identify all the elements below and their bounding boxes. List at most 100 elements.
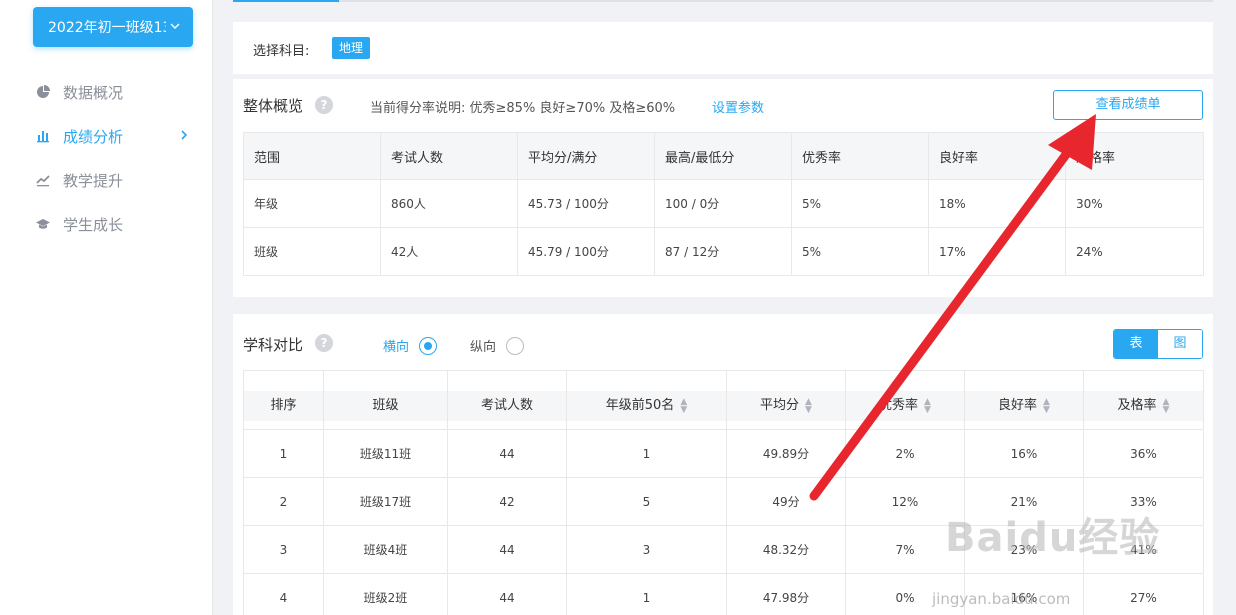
radio-button-unchecked[interactable] [506, 336, 525, 355]
table-row: 班级 42人 45.79 / 100分 87 / 12分 5% 17% 24% [243, 227, 1204, 276]
sidebar-item-teaching-improvement[interactable]: 教学提升 [0, 158, 213, 202]
comparison-table: 排序 班级 考试人数 年级前50名 ▲ ▼ 平均分 ▲ ▼ 优秀率 ▲ ▼ 良好率 ▲ ▼ 及格… [243, 370, 1204, 615]
sort-icon[interactable]: ▲ ▼ [924, 397, 931, 414]
column-header: 最高/最低分 [654, 132, 792, 180]
table-cell: 2 [243, 477, 324, 526]
help-icon[interactable]: ? [315, 96, 333, 114]
table-cell: 班级2班 [323, 573, 448, 615]
subject-selector-card: 选择科目: 地理 [233, 22, 1213, 74]
table-row: 年级 860人 45.73 / 100分 100 / 0分 5% 18% 30% [243, 179, 1204, 228]
sort-icon[interactable]: ▲ ▼ [805, 397, 812, 414]
table-cell: 49.89分 [726, 429, 846, 478]
view-transcript-button[interactable]: 查看成绩单 [1053, 90, 1203, 120]
chevron-right-icon [179, 128, 189, 146]
table-cell: 2% [845, 429, 965, 478]
active-tab-indicator [233, 0, 339, 2]
radio-vertical[interactable]: 纵向 [470, 336, 525, 355]
radio-horizontal[interactable]: 横向 [383, 336, 438, 355]
column-header-count: 考试人数 [447, 370, 567, 430]
table-cell: 班级11班 [323, 429, 448, 478]
table-cell: 5 [566, 477, 727, 526]
sidebar-item-student-growth[interactable]: 学生成长 [0, 202, 213, 246]
sidebar-item-label: 成绩分析 [63, 127, 124, 146]
table-header-row: 排序 班级 考试人数 年级前50名 ▲ ▼ 平均分 ▲ ▼ 优秀率 ▲ ▼ 良好率 ▲ ▼ 及格… [243, 370, 1204, 430]
sidebar-nav: 数据概况 成绩分析 教学提升 学生成长 [0, 70, 213, 246]
table-cell: 49分 [726, 477, 846, 526]
watermark-url: jingyan.baidu.com [932, 590, 1071, 608]
table-cell: 44 [447, 429, 567, 478]
column-header-rank: 排序 [243, 370, 324, 430]
table-cell: 班级4班 [323, 525, 448, 574]
overview-card: 整体概览 ? 当前得分率说明: 优秀≥85% 良好≥70% 及格≥60% 设置参… [233, 79, 1213, 297]
table-cell: 44 [447, 525, 567, 574]
table-cell: 30% [1065, 179, 1204, 228]
class-select-label: 2022年初一班级13 [48, 20, 166, 36]
bar-chart-icon [35, 128, 51, 144]
table-cell: 860人 [380, 179, 518, 228]
table-cell: 班级17班 [323, 477, 448, 526]
sort-icon[interactable]: ▲ ▼ [680, 397, 687, 414]
table-cell: 1 [566, 429, 727, 478]
comparison-title: 学科对比 [243, 336, 304, 354]
column-header-excellent[interactable]: 优秀率 ▲ ▼ [845, 370, 965, 430]
radio-button-checked[interactable] [419, 336, 438, 355]
table-row: 1 班级11班 44 1 49.89分 2% 16% 36% [243, 429, 1204, 478]
table-cell: 班级 [243, 227, 381, 276]
baidu-watermark: Baidu经验 [945, 505, 1160, 563]
table-cell: 27% [1083, 573, 1204, 615]
sidebar-item-label: 数据概况 [63, 83, 124, 102]
subject-label: 选择科目: [253, 44, 310, 59]
column-header-pass[interactable]: 及格率 ▲ ▼ [1083, 370, 1204, 430]
table-cell: 4 [243, 573, 324, 615]
top-tab-strip [233, 0, 1213, 2]
column-header-class: 班级 [323, 370, 448, 430]
table-cell: 47.98分 [726, 573, 846, 615]
table-cell: 100 / 0分 [654, 179, 792, 228]
column-header-good[interactable]: 良好率 ▲ ▼ [964, 370, 1084, 430]
help-icon[interactable]: ? [315, 334, 333, 352]
table-cell: 87 / 12分 [654, 227, 792, 276]
table-cell: 36% [1083, 429, 1204, 478]
subject-tag-geography[interactable]: 地理 [332, 37, 371, 59]
column-header: 考试人数 [380, 132, 518, 180]
sidebar-item-data-overview[interactable]: 数据概况 [0, 70, 213, 114]
overview-title: 整体概览 [243, 97, 304, 115]
table-cell: 45.79 / 100分 [517, 227, 655, 276]
subject-comparison-card: 学科对比 ? 横向 纵向 表 图 排序 班级 考试人数 年级前50名 ▲ ▼ 平均分… [233, 314, 1213, 615]
table-cell: 1 [566, 573, 727, 615]
rate-description: 当前得分率说明: 优秀≥85% 良好≥70% 及格≥60% [370, 101, 676, 116]
sidebar: 2022年初一班级13 数据概况 成绩分析 教学提升 学生成长 [0, 0, 213, 615]
table-cell: 1 [243, 429, 324, 478]
radio-vertical-label: 纵向 [470, 340, 497, 355]
table-cell: 48.32分 [726, 525, 846, 574]
table-cell: 5% [791, 179, 929, 228]
column-header: 平均分/满分 [517, 132, 655, 180]
table-cell: 18% [928, 179, 1066, 228]
chevron-down-icon [169, 20, 181, 36]
radio-horizontal-label: 横向 [383, 340, 410, 355]
column-header-average[interactable]: 平均分 ▲ ▼ [726, 370, 846, 430]
table-cell: 3 [243, 525, 324, 574]
table-header-row: 范围 考试人数 平均分/满分 最高/最低分 优秀率 良好率 及格率 [243, 132, 1204, 180]
column-header: 范围 [243, 132, 381, 180]
sort-icon[interactable]: ▲ ▼ [1043, 397, 1050, 414]
class-select-dropdown[interactable]: 2022年初一班级13 [33, 7, 193, 47]
table-cell: 17% [928, 227, 1066, 276]
pie-chart-icon [35, 84, 51, 100]
set-params-link[interactable]: 设置参数 [712, 97, 764, 116]
column-header: 优秀率 [791, 132, 929, 180]
table-cell: 3 [566, 525, 727, 574]
table-cell: 5% [791, 227, 929, 276]
table-cell: 44 [447, 573, 567, 615]
graduation-cap-icon [35, 216, 51, 232]
overview-table: 范围 考试人数 平均分/满分 最高/最低分 优秀率 良好率 及格率 年级 860… [243, 132, 1204, 276]
sort-icon[interactable]: ▲ ▼ [1163, 397, 1170, 414]
column-header: 及格率 [1065, 132, 1204, 180]
view-toggle: 表 图 [1113, 329, 1203, 359]
table-cell: 24% [1065, 227, 1204, 276]
column-header-top50[interactable]: 年级前50名 ▲ ▼ [566, 370, 727, 430]
toggle-table-button[interactable]: 表 [1114, 330, 1158, 358]
table-cell: 42人 [380, 227, 518, 276]
toggle-chart-button[interactable]: 图 [1158, 330, 1202, 358]
sidebar-item-score-analysis[interactable]: 成绩分析 [0, 114, 213, 158]
